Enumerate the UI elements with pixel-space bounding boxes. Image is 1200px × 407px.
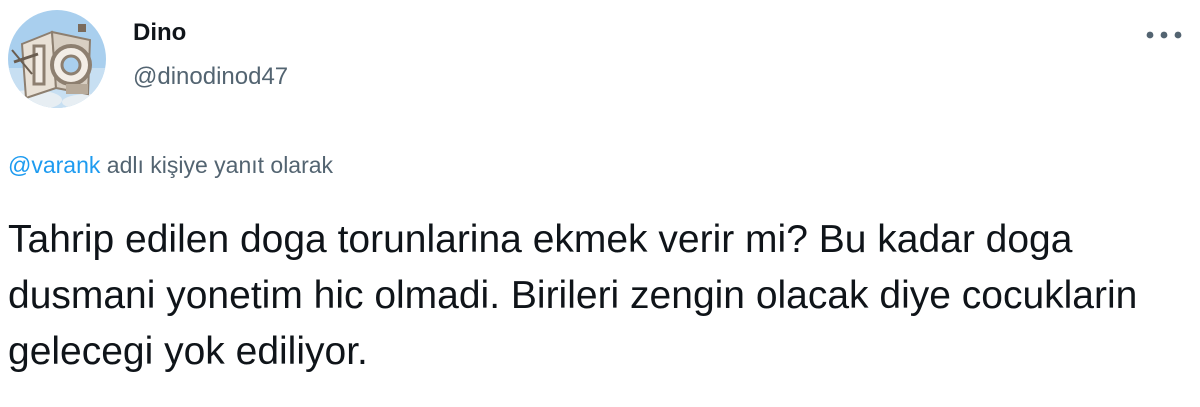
more-options-icon (1146, 31, 1182, 39)
user-handle[interactable]: @dinodinod47 (133, 62, 288, 92)
tweet-text: Tahrip edilen doga torunlarina ekmek ver… (8, 218, 1138, 373)
reply-context: @varank adlı kişiye yanıt olarak (8, 150, 333, 180)
avatar[interactable] (8, 10, 106, 108)
display-name[interactable]: Dino (133, 18, 288, 48)
more-options-button[interactable] (1142, 22, 1186, 48)
tweet-card: Dino @dinodinod47 @varank adlı kişiye ya… (0, 0, 1200, 407)
avatar-image (8, 10, 106, 108)
reply-to-handle-link[interactable]: @varank (8, 152, 100, 178)
reply-context-text: adlı kişiye yanıt olarak (100, 152, 334, 178)
user-info: Dino @dinodinod47 (133, 18, 288, 92)
